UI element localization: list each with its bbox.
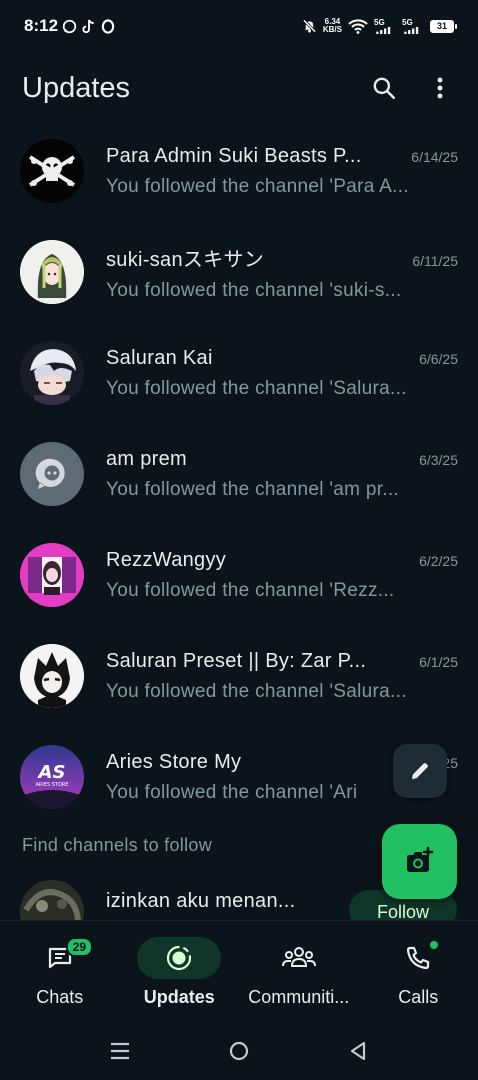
bottom-navigation: 29 Chats Updates Communiti... Calls — [0, 920, 478, 1022]
search-icon — [373, 77, 396, 100]
search-button[interactable] — [368, 72, 400, 104]
more-vert-icon — [437, 77, 443, 99]
channel-date: 6/6/25 — [419, 351, 458, 367]
channel-avatar — [20, 239, 84, 304]
channel-name: RezzWangyy — [106, 549, 227, 571]
channel-name: suki-sanスキサン — [106, 249, 265, 271]
net-speed-unit: KB/S — [322, 25, 342, 34]
back-triangle-icon — [351, 1041, 366, 1061]
channel-avatar: AS ARIES STORE — [20, 744, 84, 809]
channel-avatar — [20, 138, 84, 203]
nav-updates[interactable]: Updates — [120, 921, 240, 1022]
signal-2-label: 5G — [402, 17, 413, 27]
nav-chats-label: Chats — [36, 987, 84, 1007]
whatsapp-icon — [62, 19, 77, 34]
channel-name: am prem — [106, 448, 188, 470]
channel-avatar — [20, 340, 84, 405]
back-button[interactable] — [338, 1031, 378, 1071]
nav-calls-label: Calls — [398, 987, 439, 1007]
signal-icon-2: 5G — [402, 17, 424, 34]
channel-avatar — [20, 441, 84, 506]
system-navigation-bar — [0, 1022, 478, 1080]
nav-chats-icon-wrap: 29 — [18, 937, 102, 979]
app-header: Updates — [0, 60, 478, 116]
updates-icon — [167, 945, 192, 971]
channel-name: Saluran Preset || By: Zar P... — [106, 650, 367, 672]
channel-name: Saluran Kai — [106, 347, 213, 369]
channel-subtitle: You followed the channel 'suki-s... — [106, 280, 402, 301]
opera-icon — [100, 18, 115, 34]
page-title: Updates — [22, 71, 131, 104]
camera-add-icon — [406, 846, 433, 872]
status-time: 8:12 — [24, 16, 59, 35]
signal-icon: 5G — [374, 17, 396, 34]
channel-subtitle: You followed the channel 'am pr... — [106, 479, 400, 500]
status-bar: 8:12 6.34 KB/S 5G 5G 31 — [0, 0, 478, 52]
channel-date: 6/3/25 — [419, 452, 458, 468]
channel-list: Para Admin Suki Beasts P... 6/14/25 You … — [0, 120, 478, 827]
nav-calls[interactable]: Calls — [359, 921, 478, 1022]
suggested-channel-avatar — [20, 880, 84, 920]
channel-date: 6/14/25 — [411, 149, 458, 165]
signal-1-label: 5G — [374, 17, 385, 27]
nav-chats[interactable]: 29 Chats — [0, 921, 120, 1022]
new-status-text-button[interactable] — [393, 744, 447, 798]
channel-row[interactable]: am prem 6/3/25 You followed the channel … — [0, 423, 478, 524]
mute-icon — [302, 19, 317, 34]
channel-date: 6/2/25 — [419, 553, 458, 569]
net-speed: 6.34 KB/S — [323, 18, 342, 34]
channel-date: 6/1/25 — [419, 654, 458, 670]
channel-name: Aries Store My — [106, 751, 242, 773]
calls-indicator-dot — [428, 939, 441, 951]
svg-text:ARIES STORE: ARIES STORE — [35, 782, 68, 788]
more-options-button[interactable] — [424, 72, 456, 104]
channel-row[interactable]: suki-sanスキサン 6/11/25 You followed the ch… — [0, 221, 478, 322]
channel-row[interactable]: RezzWangyy 6/2/25 You followed the chann… — [0, 524, 478, 625]
channel-name: Para Admin Suki Beasts P... — [106, 145, 362, 167]
channel-subtitle: You followed the channel 'Rezz... — [106, 580, 395, 601]
channel-date: 6/11/25 — [412, 253, 458, 269]
wifi-icon — [348, 19, 368, 34]
nav-communities[interactable]: Communiti... — [239, 921, 359, 1022]
status-notification-icons — [62, 18, 115, 34]
unread-chats-badge: 29 — [65, 937, 94, 957]
nav-calls-icon-wrap — [376, 937, 460, 979]
channel-avatar — [20, 643, 84, 708]
menu-icon — [110, 1042, 129, 1060]
pencil-icon — [412, 763, 428, 779]
nav-updates-icon-wrap — [137, 937, 222, 979]
svg-text:AS: AS — [37, 762, 66, 783]
channel-subtitle: You followed the channel 'Para A... — [106, 176, 409, 197]
communities-icon — [281, 947, 316, 967]
channel-placeholder-icon — [35, 458, 65, 489]
find-channels-heading: Find channels to follow — [22, 835, 213, 855]
nav-communities-label: Communiti... — [248, 987, 350, 1007]
nav-updates-label: Updates — [143, 987, 215, 1007]
channel-subtitle: You followed the channel 'Salura... — [106, 681, 407, 702]
status-system-icons: 6.34 KB/S 5G 5G 31 — [302, 17, 457, 34]
channel-avatar — [20, 542, 84, 607]
channel-row[interactable]: Saluran Preset || By: Zar P... 6/1/25 Yo… — [0, 625, 478, 726]
channel-row[interactable]: Para Admin Suki Beasts P... 6/14/25 You … — [0, 120, 478, 221]
home-circle-icon — [229, 1041, 249, 1061]
battery-icon: 31 — [430, 19, 457, 33]
channel-row[interactable]: Saluran Kai 6/6/25 You followed the chan… — [0, 322, 478, 423]
recents-button[interactable] — [100, 1031, 140, 1071]
channel-subtitle: You followed the channel 'Salura... — [106, 378, 407, 399]
suggested-channel-name: izinkan aku menan... — [106, 890, 296, 912]
home-button[interactable] — [219, 1031, 259, 1071]
nav-communities-icon-wrap — [257, 937, 341, 979]
new-status-camera-button[interactable] — [382, 824, 457, 899]
tiktok-icon — [81, 19, 96, 34]
